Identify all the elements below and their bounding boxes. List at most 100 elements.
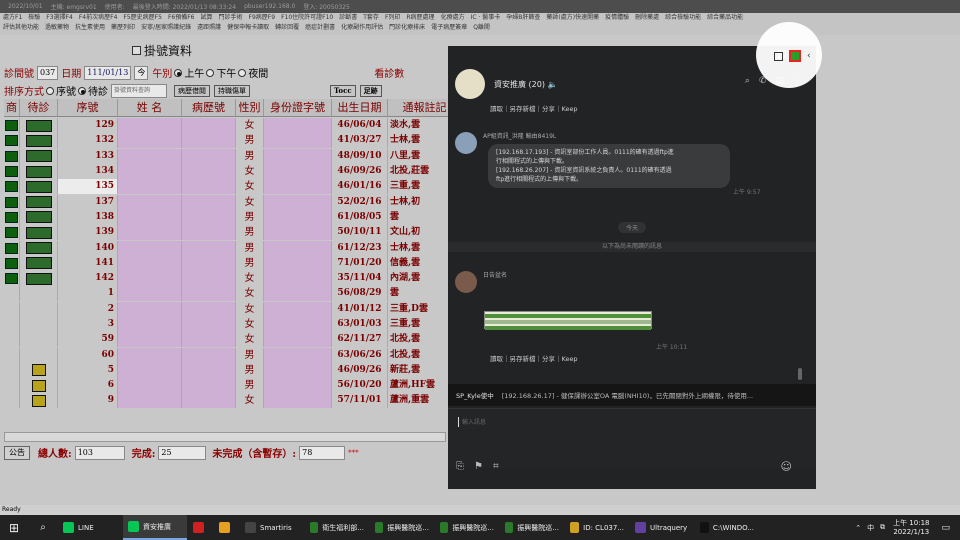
taskbar-item[interactable]: 衛生福利部... <box>305 515 369 540</box>
chat-scrollbar[interactable] <box>798 368 802 380</box>
clock[interactable]: 上午 10:18 2022/1/13 <box>893 519 929 537</box>
notification-icon[interactable]: ▭ <box>941 523 950 533</box>
mark-cell[interactable] <box>4 194 20 210</box>
message-actions[interactable]: 讀取｜另存新檔｜分享｜Keep <box>490 354 578 364</box>
menu-item[interactable]: F6預備F6 <box>168 13 195 23</box>
injury-button[interactable]: 持職傷單 <box>214 84 250 97</box>
tray-chevron-icon[interactable]: ⌃ <box>855 524 861 532</box>
mark-cell[interactable] <box>4 179 20 195</box>
screenshot-icon[interactable]: ⌗ <box>493 461 499 472</box>
status-cell[interactable] <box>20 332 58 348</box>
sort-waiting-radio[interactable] <box>78 86 86 95</box>
status-cell[interactable] <box>20 347 58 363</box>
menu-item[interactable]: 檢驗 <box>28 13 40 23</box>
taskbar-item[interactable]: 振興醫院巡... <box>370 515 434 540</box>
done-icon[interactable] <box>25 134 52 147</box>
status-cell[interactable] <box>20 317 58 332</box>
done-icon[interactable] <box>25 165 52 178</box>
table-row[interactable]: 3 女 63/01/03 三重,雲 <box>4 317 462 332</box>
bookmark-icon[interactable]: ⚑ <box>474 461 483 472</box>
status-cell[interactable] <box>20 255 58 271</box>
menu-item[interactable]: T套存 <box>363 13 379 23</box>
status-cell[interactable] <box>20 393 58 409</box>
today-button[interactable]: 今 <box>134 65 149 80</box>
status-cell[interactable] <box>20 378 58 394</box>
status-cell[interactable] <box>20 301 58 317</box>
close-highlighted-icon[interactable] <box>789 50 801 62</box>
mark-cell[interactable] <box>4 286 20 302</box>
table-row[interactable]: 135 女 46/01/16 三重,雲 <box>4 179 462 195</box>
table-row[interactable]: 137 女 52/02/16 士林,初 <box>4 194 462 210</box>
column-header[interactable]: 性別 <box>236 99 264 116</box>
table-row[interactable]: 132 男 41/03/27 士林,雲 <box>4 133 462 149</box>
mark-cell[interactable] <box>4 362 20 378</box>
waiting-icon[interactable] <box>31 394 46 407</box>
status-cell[interactable] <box>20 209 58 225</box>
menu-item[interactable]: 疫情體驗 <box>605 13 629 23</box>
table-row[interactable]: 134 女 46/09/26 北投,莊雲 <box>4 164 462 180</box>
windows-start-icon[interactable]: ⊞ <box>0 521 28 535</box>
done-icon[interactable] <box>25 226 52 239</box>
menu-item[interactable]: 化療副作用評估 <box>341 23 383 33</box>
status-cell[interactable] <box>20 286 58 302</box>
checkbox-icon[interactable] <box>5 242 18 254</box>
table-row[interactable]: 141 男 71/01/20 信義,雲 <box>4 255 462 271</box>
taskbar-item[interactable] <box>188 515 213 540</box>
table-row[interactable]: 140 男 61/12/23 士林,雲 <box>4 240 462 256</box>
status-cell[interactable] <box>20 362 58 378</box>
date-input[interactable]: 111/01/13 <box>84 65 132 80</box>
menu-item[interactable]: 健保申報卡讀取 <box>227 23 269 33</box>
taskbar-item[interactable]: Smartiris <box>240 515 304 540</box>
column-header[interactable]: 身份證字號 <box>264 99 332 116</box>
menu-item[interactable]: 電子病歷簽章 <box>431 23 467 33</box>
period-afternoon-radio[interactable] <box>206 68 215 77</box>
menu-item[interactable]: 安寧/居家照護紀錄 <box>141 23 191 33</box>
footprint-button[interactable]: 足跡 <box>359 84 382 97</box>
menu-item[interactable]: 轉診回覆 <box>275 23 299 33</box>
menu-item[interactable]: 抗生素使用 <box>75 23 105 33</box>
mark-cell[interactable] <box>4 133 20 149</box>
menu-item[interactable]: 遠距照護 <box>197 23 221 33</box>
checkbox-icon[interactable] <box>5 227 18 239</box>
done-icon[interactable] <box>25 180 52 193</box>
menu-item[interactable]: 孕婦B肝篩查 <box>506 13 540 23</box>
menu-item[interactable]: 藥歷列印 <box>111 23 135 33</box>
emoji-icon[interactable]: ☺ <box>781 460 792 473</box>
chevron-left-icon[interactable]: ‹ <box>807 51 811 61</box>
done-icon[interactable] <box>25 196 52 209</box>
message-input[interactable]: 輸入訊息 <box>448 408 816 468</box>
mark-cell[interactable] <box>4 317 20 332</box>
taskbar-item[interactable]: C:\WINDO... <box>695 515 759 540</box>
menu-item[interactable]: 刪除藥處 <box>635 13 659 23</box>
mark-cell[interactable] <box>4 378 20 394</box>
mark-cell[interactable] <box>4 225 20 241</box>
status-cell[interactable] <box>20 179 58 195</box>
menu-item[interactable]: F4前次病歷F4 <box>79 13 118 23</box>
mark-cell[interactable] <box>4 332 20 348</box>
table-row[interactable]: 6 男 56/10/20 蘆洲,HF雲 <box>4 378 462 394</box>
menu-item[interactable]: 綜合檢驗功能 <box>665 13 701 23</box>
announcement-button[interactable]: 公告 <box>4 445 30 460</box>
message-bubble[interactable]: [192.168.17.193] - 資訊室部份工作人員。0111的確有透過ft… <box>488 144 730 188</box>
table-row[interactable]: 129 女 46/06/04 淡水,雲 <box>4 118 462 134</box>
table-row[interactable]: 139 男 50/10/11 文山,初 <box>4 225 462 241</box>
image-attachment[interactable] <box>484 311 652 330</box>
table-row[interactable]: 2 女 41/01/12 三重,D雲 <box>4 301 462 317</box>
clinic-number-input[interactable]: 037 <box>37 65 59 80</box>
status-cell[interactable] <box>20 148 58 164</box>
menu-item[interactable]: F3選擇F4 <box>46 13 73 23</box>
menu-item[interactable]: IC · 醫事卡 <box>471 13 501 23</box>
menu-item[interactable]: 化療處方 <box>441 13 465 23</box>
menu-item[interactable]: 癌症計劃書 <box>305 23 335 33</box>
table-row[interactable]: 1 女 56/08/29 雲 <box>4 286 462 302</box>
waiting-icon[interactable] <box>31 364 46 377</box>
checkbox-icon[interactable] <box>5 196 18 208</box>
search-icon[interactable]: ⌕ <box>28 522 58 533</box>
table-row[interactable]: 142 女 35/11/04 內湖,雲 <box>4 271 462 287</box>
table-row[interactable]: 9 女 57/11/01 蘆洲,重雲 <box>4 393 462 409</box>
checkbox-icon[interactable] <box>5 150 18 162</box>
menu-item[interactable]: 試算 <box>200 13 212 23</box>
status-cell[interactable] <box>20 194 58 210</box>
menu-item[interactable]: F5歷史病歷F5 <box>123 13 162 23</box>
status-cell[interactable] <box>20 240 58 256</box>
